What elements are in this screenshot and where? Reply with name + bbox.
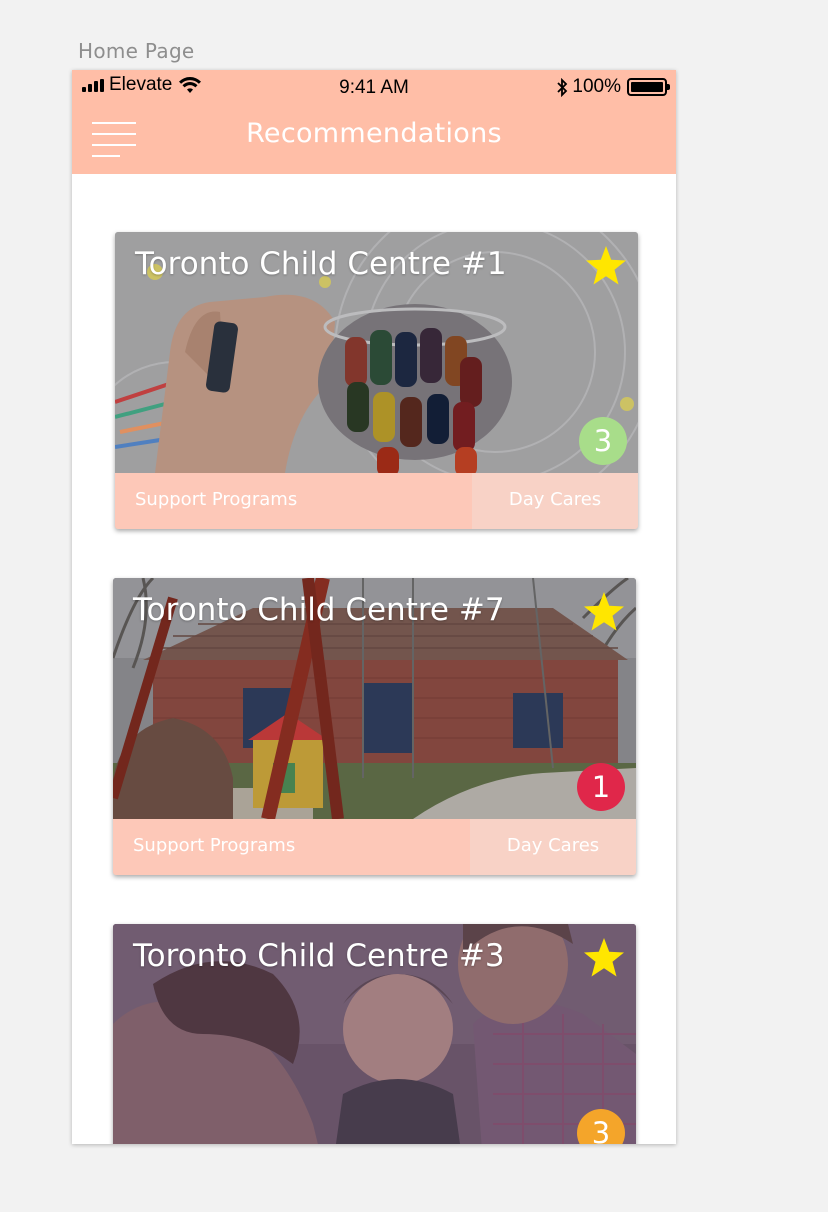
battery-icon [627, 78, 670, 96]
recommendation-card[interactable]: Toronto Child Centre #3 3 [113, 924, 636, 1144]
battery-percentage: 100% [572, 76, 621, 97]
phone-screen: Elevate 9:41 AM 100% Recommendations Tor… [72, 70, 676, 1144]
support-programs-tag[interactable]: Support Programs [113, 819, 470, 875]
day-cares-tag[interactable]: Day Cares [472, 473, 638, 529]
card-title: Toronto Child Centre #7 [133, 592, 505, 628]
app-header: Elevate 9:41 AM 100% Recommendations [72, 70, 676, 174]
recommendation-count-badge: 1 [577, 763, 625, 811]
recommendation-card[interactable]: Toronto Child Centre #1 3 Support Progra… [115, 232, 638, 529]
day-cares-tag[interactable]: Day Cares [470, 819, 636, 875]
card-title: Toronto Child Centre #3 [133, 938, 505, 974]
status-bar: Elevate 9:41 AM 100% [72, 70, 676, 106]
recommendation-count-badge: 3 [579, 417, 627, 465]
bluetooth-icon [557, 77, 568, 97]
recommendation-card[interactable]: Toronto Child Centre #7 1 Support Progra… [113, 578, 636, 875]
star-icon[interactable] [582, 590, 626, 634]
artboard-label: Home Page [78, 39, 195, 63]
star-icon[interactable] [584, 244, 628, 288]
card-title: Toronto Child Centre #1 [135, 246, 507, 282]
support-programs-tag[interactable]: Support Programs [115, 473, 472, 529]
page-title: Recommendations [246, 118, 502, 149]
star-icon[interactable] [582, 936, 626, 980]
